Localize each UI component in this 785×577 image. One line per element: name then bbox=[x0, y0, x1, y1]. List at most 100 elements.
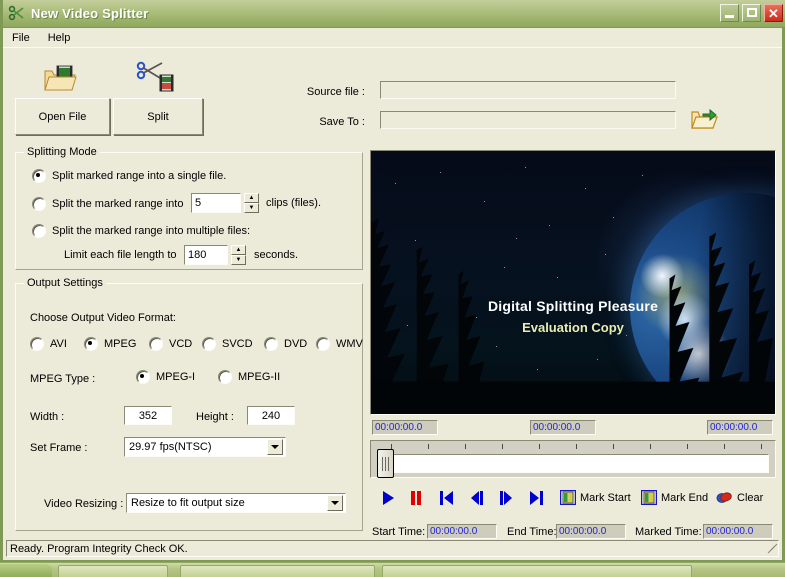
open-folder-film-icon bbox=[43, 63, 77, 96]
mark-end-label: Mark End bbox=[661, 491, 709, 504]
step-back-button[interactable] bbox=[469, 490, 484, 506]
limit-seconds-down[interactable]: ▼ bbox=[231, 255, 246, 265]
resize-grip-icon[interactable] bbox=[764, 542, 778, 554]
source-file-label: Source file : bbox=[306, 86, 365, 98]
next-button[interactable] bbox=[529, 490, 544, 506]
source-file-input[interactable] bbox=[380, 81, 676, 99]
radio-n-clips[interactable]: Split the marked range into bbox=[32, 197, 183, 211]
slider-thumb[interactable] bbox=[377, 449, 394, 478]
radio-single-file[interactable]: Split marked range into a single file. bbox=[32, 169, 226, 183]
radio-format-mpeg-dot bbox=[84, 337, 98, 351]
menu-help[interactable]: Help bbox=[39, 30, 80, 46]
clips-count-value: 5 bbox=[195, 197, 202, 209]
seconds-suffix-label: seconds. bbox=[254, 249, 299, 261]
window-controls: ✕ bbox=[720, 4, 783, 22]
chevron-down-icon-2[interactable] bbox=[327, 495, 343, 511]
radio-format-svcd-dot bbox=[202, 337, 216, 351]
timeline-slider[interactable] bbox=[370, 440, 776, 478]
splitting-mode-title: Splitting Mode bbox=[24, 146, 100, 158]
menu-file[interactable]: File bbox=[3, 30, 39, 46]
eraser-icon bbox=[716, 492, 732, 503]
radio-mpeg-ii-label: MPEG-II bbox=[238, 371, 281, 383]
video-resizing-combo[interactable]: Resize to fit output size bbox=[126, 493, 346, 513]
set-frame-combo[interactable]: 29.97 fps(NTSC) bbox=[124, 437, 286, 457]
previous-button[interactable] bbox=[439, 490, 454, 506]
title-bar[interactable]: New Video Splitter ✕ bbox=[3, 0, 785, 28]
step-back-icon bbox=[471, 491, 483, 505]
clips-count-input[interactable]: 5 bbox=[191, 193, 241, 213]
radio-format-vcd[interactable]: VCD bbox=[149, 337, 192, 351]
toolbar: Open File Split Source file : Save To : bbox=[3, 51, 782, 141]
mark-start-button[interactable]: Mark Start bbox=[560, 490, 631, 505]
status-bar: Ready. Program Integrity Check OK. bbox=[6, 540, 779, 557]
timecode-right: 00:00:00.0 bbox=[707, 420, 773, 435]
split-button[interactable]: Split bbox=[113, 98, 203, 135]
scissors-film-icon bbox=[136, 61, 176, 96]
height-input[interactable]: 240 bbox=[247, 406, 295, 425]
radio-single-file-label: Split marked range into a single file. bbox=[52, 170, 227, 182]
radio-format-wmv-label: WMV bbox=[336, 338, 363, 350]
chevron-down-icon[interactable] bbox=[267, 439, 283, 455]
pause-button[interactable] bbox=[409, 490, 423, 506]
open-file-label: Open File bbox=[38, 110, 87, 123]
start-time-label: Start Time: bbox=[372, 526, 426, 538]
save-to-label: Save To : bbox=[319, 116, 365, 128]
output-settings-group: Output Settings Choose Output Video Form… bbox=[15, 277, 363, 531]
clips-count-down[interactable]: ▼ bbox=[244, 203, 259, 213]
radio-format-avi[interactable]: AVI bbox=[30, 337, 67, 351]
clips-count-stepper[interactable]: ▲ ▼ bbox=[244, 193, 259, 213]
browse-folder-icon[interactable] bbox=[690, 105, 718, 134]
taskbar-item-2[interactable] bbox=[180, 565, 375, 577]
video-resizing-label: Video Resizing : bbox=[44, 498, 124, 510]
width-input[interactable]: 352 bbox=[124, 406, 172, 425]
watermark-line2: Evaluation Copy bbox=[522, 320, 624, 336]
window-title: New Video Splitter bbox=[31, 6, 149, 21]
taskbar-item-1[interactable] bbox=[58, 565, 168, 577]
close-icon: ✕ bbox=[768, 5, 779, 21]
radio-format-mpeg[interactable]: MPEG bbox=[84, 337, 136, 351]
menu-bar: File Help bbox=[3, 28, 782, 48]
clear-button[interactable]: Clear bbox=[716, 490, 763, 505]
maximize-button[interactable] bbox=[742, 4, 761, 22]
skip-next-icon bbox=[530, 491, 543, 505]
radio-format-mpeg-label: MPEG bbox=[104, 338, 137, 350]
slider-ticks bbox=[371, 444, 775, 450]
timecode-left: 00:00:00.0 bbox=[372, 420, 438, 435]
video-preview[interactable]: Digital Splitting Pleasure Evaluation Co… bbox=[370, 150, 776, 415]
end-time-value: 00:00:00.0 bbox=[556, 524, 626, 539]
taskbar bbox=[0, 562, 785, 577]
save-to-input[interactable] bbox=[380, 111, 676, 129]
radio-format-dvd[interactable]: DVD bbox=[264, 337, 307, 351]
open-file-button[interactable]: Open File bbox=[15, 98, 110, 135]
radio-mpeg-ii[interactable]: MPEG-II bbox=[218, 370, 280, 384]
width-label: Width : bbox=[30, 411, 65, 423]
end-time-label: End Time: bbox=[507, 526, 557, 538]
radio-format-vcd-dot bbox=[149, 337, 163, 351]
radio-format-wmv[interactable]: WMV bbox=[316, 337, 363, 351]
radio-mpeg-ii-dot bbox=[218, 370, 232, 384]
video-resizing-value: Resize to fit output size bbox=[131, 497, 245, 509]
mark-start-label: Mark Start bbox=[580, 491, 631, 504]
taskbar-item-3[interactable] bbox=[382, 565, 692, 577]
clips-count-up[interactable]: ▲ bbox=[244, 193, 259, 203]
limit-seconds-up[interactable]: ▲ bbox=[231, 245, 246, 255]
mark-end-button[interactable]: Mark End bbox=[641, 490, 708, 505]
set-frame-label: Set Frame : bbox=[30, 442, 88, 454]
radio-multiple-files[interactable]: Split the marked range into multiple fil… bbox=[32, 224, 250, 238]
step-forward-button[interactable] bbox=[499, 490, 514, 506]
mark-start-film-icon bbox=[560, 490, 576, 505]
minimize-button[interactable] bbox=[720, 4, 739, 22]
slider-track[interactable] bbox=[391, 454, 769, 473]
limit-seconds-input[interactable]: 180 bbox=[184, 245, 228, 265]
limit-seconds-stepper[interactable]: ▲ ▼ bbox=[231, 245, 246, 265]
width-value: 352 bbox=[138, 409, 158, 422]
radio-mpeg-i-dot bbox=[136, 370, 150, 384]
step-forward-icon bbox=[500, 491, 512, 505]
radio-mpeg-i[interactable]: MPEG-I bbox=[136, 370, 195, 384]
app-scissors-icon bbox=[8, 5, 26, 23]
play-button[interactable] bbox=[381, 490, 395, 506]
start-button[interactable] bbox=[0, 564, 52, 577]
radio-format-svcd[interactable]: SVCD bbox=[202, 337, 253, 351]
close-button[interactable]: ✕ bbox=[764, 4, 783, 22]
radio-multiple-files-label: Split the marked range into multiple fil… bbox=[52, 225, 251, 237]
